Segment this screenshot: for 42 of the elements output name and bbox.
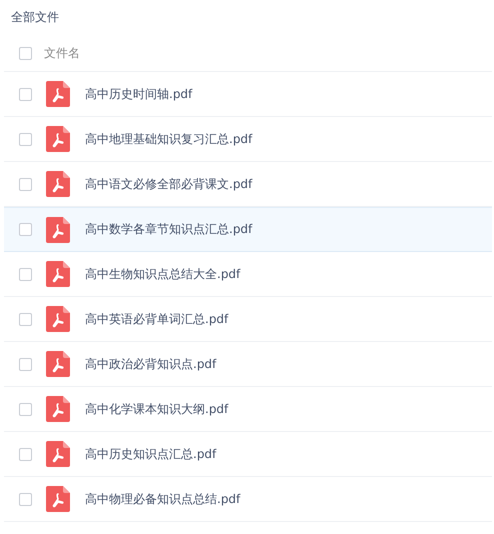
file-row[interactable]: 高中历史知识点汇总.pdf — [4, 432, 492, 477]
file-name[interactable]: 高中政治必背知识点.pdf — [85, 356, 216, 372]
file-name[interactable]: 高中化学课本知识大纲.pdf — [85, 400, 228, 418]
file-name[interactable]: 高中历史时间轴.pdf — [85, 86, 192, 102]
pdf-file-icon — [46, 351, 70, 377]
file-name[interactable]: 高中英语必背单词汇总.pdf — [85, 310, 228, 328]
select-all-checkbox[interactable] — [19, 47, 32, 60]
checkbox[interactable] — [19, 223, 32, 236]
pdf-file-icon — [46, 306, 70, 332]
file-name[interactable]: 高中历史知识点汇总.pdf — [85, 446, 216, 462]
section-title: 全部文件 — [10, 9, 59, 26]
file-row[interactable]: 高中化学课本知识大纲.pdf — [4, 387, 492, 432]
pdf-file-icon — [46, 171, 70, 197]
file-row[interactable]: 高中地理基础知识复习汇总.pdf — [4, 117, 492, 162]
file-name[interactable]: 高中语文必修全部必背课文.pdf — [85, 176, 252, 192]
file-row[interactable]: 高中生物知识点总结大全.pdf — [4, 252, 492, 297]
checkbox[interactable] — [19, 402, 32, 416]
pdf-file-icon — [46, 261, 70, 287]
file-row[interactable]: 高中历史时间轴.pdf — [4, 72, 492, 117]
pdf-file-icon — [46, 396, 70, 422]
checkbox[interactable] — [19, 312, 32, 326]
checkbox[interactable] — [19, 492, 32, 506]
file-name[interactable]: 高中物理必备知识点总结.pdf — [85, 490, 240, 508]
file-row[interactable]: 高中物理必备知识点总结.pdf — [4, 477, 492, 522]
pdf-file-icon — [46, 216, 70, 242]
file-name[interactable]: 高中生物知识点总结大全.pdf — [85, 266, 240, 282]
column-header: 文件名 — [44, 45, 80, 62]
checkbox[interactable] — [19, 88, 32, 100]
checkbox[interactable] — [19, 178, 32, 190]
file-row[interactable]: 高中英语必背单词汇总.pdf — [4, 297, 492, 342]
pdf-file-icon — [46, 441, 70, 467]
checkbox[interactable] — [19, 448, 32, 460]
checkbox[interactable] — [19, 358, 32, 370]
checkbox[interactable] — [19, 132, 32, 146]
file-row[interactable]: 高中数学各章节知识点汇总.pdf — [4, 207, 492, 252]
file-name[interactable]: 高中地理基础知识复习汇总.pdf — [85, 130, 252, 148]
file-row[interactable]: 高中政治必背知识点.pdf — [4, 342, 492, 387]
checkbox[interactable] — [19, 268, 32, 280]
pdf-file-icon — [46, 486, 70, 512]
pdf-file-icon — [46, 126, 70, 152]
file-name[interactable]: 高中数学各章节知识点汇总.pdf — [85, 221, 252, 238]
pdf-file-icon — [46, 81, 70, 107]
